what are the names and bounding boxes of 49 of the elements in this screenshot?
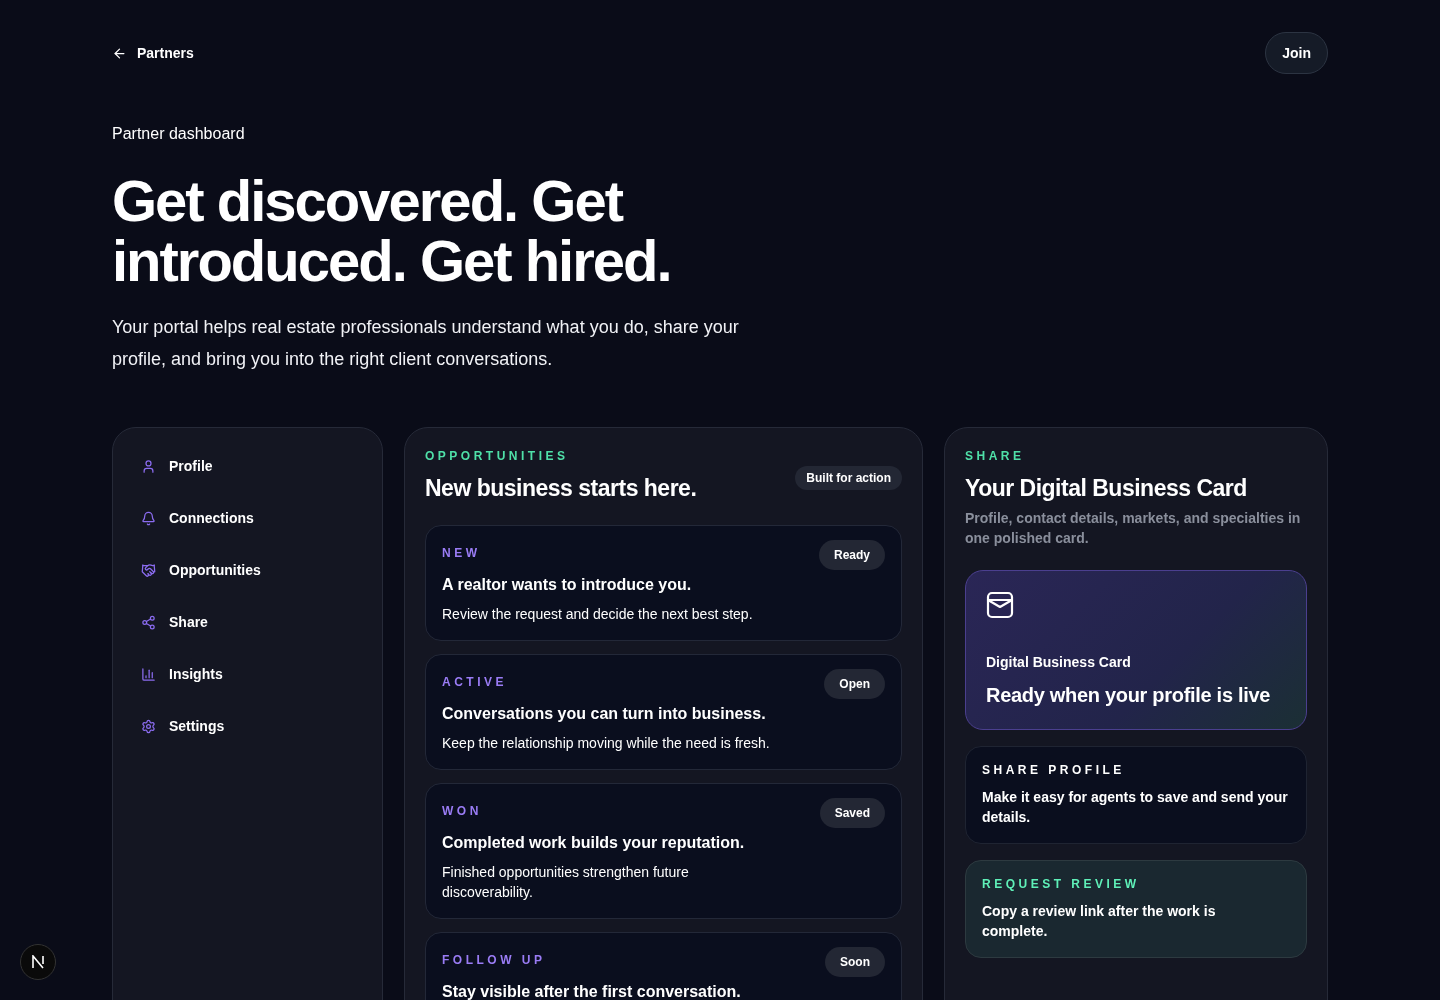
sidebar-item[interactable]: Profile xyxy=(141,440,354,492)
back-link[interactable]: Partners xyxy=(112,45,194,61)
section-kicker: OPPORTUNITIES xyxy=(425,449,569,463)
share-action-card[interactable]: REQUEST REVIEW Copy a review link after the work is complete. xyxy=(965,860,1307,958)
dev-tools-button[interactable] xyxy=(20,944,56,980)
card-title: A realtor wants to introduce you. xyxy=(442,576,693,594)
card-tag: FOLLOW UP xyxy=(442,953,546,967)
hero-title: Get discovered. Get introduced. Get hired. xyxy=(112,171,672,291)
status-badge: Soon xyxy=(825,947,885,977)
panel-title: New business starts here. xyxy=(425,475,697,502)
sidebar-item[interactable]: Share xyxy=(141,596,354,648)
panel-title: Your Digital Business Card xyxy=(965,475,1248,502)
card-tag: ACTIVE xyxy=(442,675,507,689)
handshake-icon xyxy=(141,562,156,578)
sidebar-item[interactable]: Connections xyxy=(141,492,354,544)
join-button[interactable]: Join xyxy=(1265,32,1328,74)
status-badge: Saved xyxy=(819,798,885,828)
sidebar-item[interactable]: Opportunities xyxy=(141,544,354,596)
person-icon xyxy=(141,458,156,474)
action-text: Make it easy for agents to save and send your details. xyxy=(982,788,1289,827)
share-icon xyxy=(141,614,156,630)
card-headline: Ready when your profile is live xyxy=(986,684,1272,707)
action-text: Copy a review link after the work is complete. xyxy=(982,902,1217,941)
card-title: Stay visible after the first conversation. xyxy=(442,983,742,1000)
card-label: Digital Business Card xyxy=(986,654,1132,670)
action-badge: Built for action xyxy=(795,466,902,490)
card-tag: NEW xyxy=(442,546,481,560)
status-badge: Ready xyxy=(818,540,885,570)
card-text: Review the request and decide the next best step. xyxy=(442,605,754,624)
action-title: REQUEST REVIEW xyxy=(982,877,1140,891)
panel-subtitle: Profile, contact details, markets, and specialties in one polished card. xyxy=(965,509,1302,548)
bell-icon xyxy=(141,510,156,526)
card-text: Finished opportunities strengthen future discoverability. xyxy=(442,863,690,902)
sidebar-item[interactable]: Insights xyxy=(141,648,354,700)
action-title: SHARE PROFILE xyxy=(982,763,1125,777)
status-badge: Open xyxy=(824,669,885,699)
page-eyebrow: Partner dashboard xyxy=(112,125,246,143)
hero-lead: Your portal helps real estate professionals understand what you do, share your profile, and bring you into the right client conversations. xyxy=(112,316,740,371)
card-icon xyxy=(986,591,1014,619)
section-kicker: SHARE xyxy=(965,449,1026,463)
card-title: Conversations you can turn into business. xyxy=(442,705,767,723)
card-title: Completed work builds your reputation. xyxy=(442,834,746,852)
bar-chart-icon xyxy=(141,666,156,682)
card-tag: WON xyxy=(442,804,482,818)
card-text: Keep the relationship moving while the need is fresh. xyxy=(442,734,771,753)
share-action-card[interactable]: SHARE PROFILE Make it easy for agents to save and send your details. xyxy=(965,746,1307,844)
n-logo-icon xyxy=(31,955,45,969)
settings-icon xyxy=(141,718,156,734)
sidebar-item[interactable]: Settings xyxy=(141,700,354,752)
